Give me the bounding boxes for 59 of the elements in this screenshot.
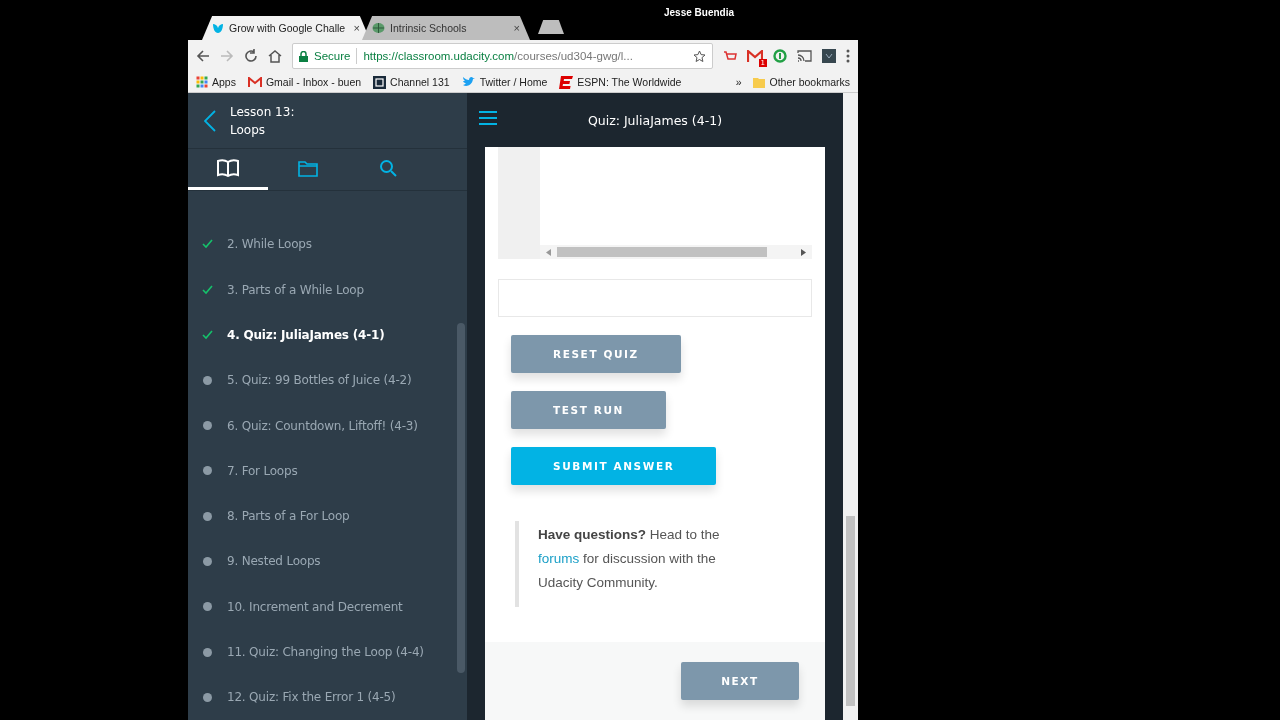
browser-tab[interactable]: Intrinsic Schools × — [362, 16, 530, 40]
search-icon — [379, 159, 397, 178]
scroll-right-icon[interactable] — [801, 248, 806, 256]
close-icon[interactable]: × — [513, 22, 520, 34]
mail-icon — [247, 76, 262, 88]
globe-logo-icon — [372, 22, 385, 34]
square-logo-icon — [373, 75, 387, 89]
next-button[interactable]: NEXT — [681, 662, 799, 700]
page-title: Quiz: JuliaJames (4-1) — [587, 112, 723, 128]
more-bookmarks[interactable]: » — [735, 76, 742, 88]
bookmark-folder[interactable]: Other bookmarks — [753, 76, 850, 88]
leaf-icon — [212, 22, 224, 34]
concept-link[interactable]: 2. While Loops — [227, 237, 312, 252]
scroll-left-icon[interactable] — [546, 248, 551, 256]
letter-e-logo-icon — [559, 75, 574, 89]
concept-link[interactable]: 11. Quiz: Changing the Loop (4-4) — [227, 645, 424, 660]
home-icon[interactable] — [268, 49, 282, 63]
menu-icon[interactable] — [479, 111, 497, 128]
scrollbar-thumb[interactable] — [457, 323, 465, 673]
reload-icon[interactable] — [244, 49, 258, 63]
bookmark[interactable]: Apps — [196, 76, 236, 88]
concept-link[interactable]: 12. Quiz: Fix the Error 1 (4-5) — [227, 690, 396, 705]
folder-icon — [298, 159, 318, 177]
close-icon[interactable]: × — [353, 22, 360, 34]
lesson-title: Lesson 13: Loops — [230, 103, 295, 139]
back-chevron-icon[interactable] — [204, 109, 216, 132]
folder-icon — [753, 76, 766, 88]
concept-link[interactable]: 3. Parts of a While Loop — [227, 282, 364, 297]
forums-link[interactable]: forums — [538, 551, 580, 566]
cast-icon[interactable] — [797, 50, 812, 62]
concept-link[interactable]: 8. Parts of a For Loop — [227, 509, 350, 524]
new-tab-button[interactable] — [538, 20, 564, 34]
bookmark[interactable]: Channel 131 — [373, 75, 450, 89]
profile-name[interactable]: Jesse Buendia — [664, 7, 735, 18]
more-menu-icon[interactable] — [846, 49, 850, 63]
concept-link[interactable]: 6. Quiz: Countdown, Liftoff! (4-3) — [227, 418, 418, 433]
bird-icon — [461, 76, 476, 88]
quiz-button[interactable]: TEST RUN — [511, 391, 666, 429]
star-icon[interactable] — [693, 49, 706, 63]
scrollbar-thumb[interactable] — [846, 516, 855, 706]
concept-link[interactable]: 7. For Loops — [227, 463, 298, 478]
bookmark[interactable]: Gmail - Inbox - buen — [247, 76, 362, 88]
scrollbar-thumb[interactable] — [557, 247, 767, 257]
cart-icon[interactable] — [723, 49, 737, 63]
back-icon[interactable] — [196, 49, 210, 63]
dark-square-icon[interactable] — [822, 49, 836, 63]
book-icon — [217, 159, 239, 178]
help-text: Have questions? Head to the forums for discussion with the Udacity Community. — [515, 521, 763, 607]
quiz-button[interactable]: RESET QUIZ — [511, 335, 681, 373]
apps-grid-icon — [196, 76, 208, 88]
ring-icon[interactable] — [773, 49, 787, 63]
concept-link[interactable]: 4. Quiz: JuliaJames (4-1) — [227, 327, 385, 342]
lock-icon — [299, 50, 308, 62]
concept-link[interactable]: 5. Quiz: 99 Bottles of Juice (4-2) — [227, 373, 412, 388]
concept-link[interactable]: 9. Nested Loops — [227, 554, 321, 569]
bookmark[interactable]: Twitter / Home — [461, 76, 548, 88]
concept-link[interactable]: 10. Increment and Decrement — [227, 599, 403, 614]
address-bar[interactable]: Secure https://classroom.udacity.com/courses/ud304-gwg/l... — [292, 43, 713, 69]
bookmark[interactable]: ESPN: The Worldwide — [559, 75, 682, 89]
